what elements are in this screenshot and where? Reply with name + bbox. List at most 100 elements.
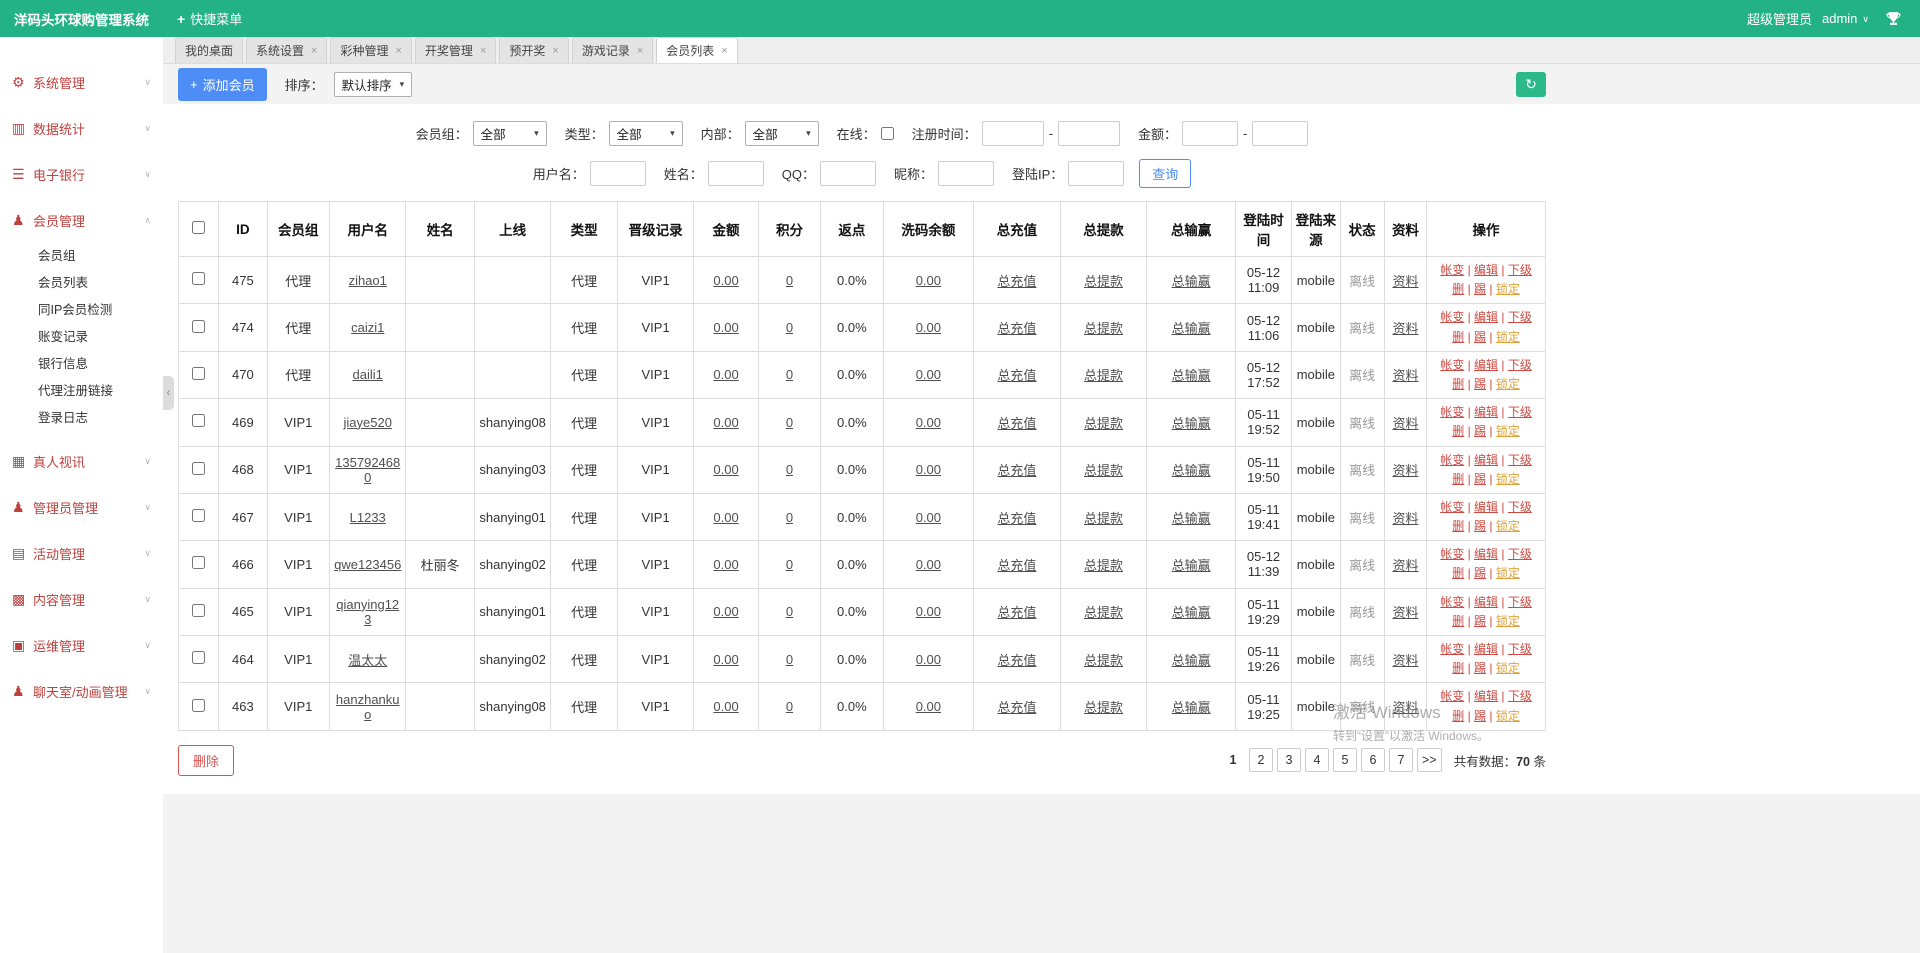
sort-select[interactable]: 默认排序 ▾ (333, 71, 413, 97)
sidebar-item-chatroom-manage[interactable]: ♟ 聊天室/动画管理 ∨ (0, 668, 163, 714)
op-account-change-link[interactable]: 帐变 (1440, 405, 1464, 419)
points-link[interactable]: 0 (786, 273, 793, 288)
op-edit-link[interactable]: 编辑 (1474, 547, 1498, 561)
page-button-7[interactable]: 7 (1388, 748, 1413, 773)
sidebar-item-member-manage[interactable]: ♟ 会员管理 ∧ (0, 197, 163, 243)
wash-balance-link[interactable]: 0.00 (916, 415, 941, 430)
row-checkbox[interactable] (192, 272, 206, 286)
sidebar-item-activity-manage[interactable]: ▤ 活动管理 ∨ (0, 530, 163, 576)
op-kick-link[interactable]: 踢 (1474, 330, 1486, 344)
op-edit-link[interactable]: 编辑 (1474, 595, 1498, 609)
withdraw-link[interactable]: 总提款 (1084, 605, 1123, 620)
username-link[interactable]: qwe123456 (334, 557, 401, 572)
points-link[interactable]: 0 (786, 320, 793, 335)
op-lock-link[interactable]: 锁定 (1496, 282, 1520, 296)
op-subordinate-link[interactable]: 下级 (1508, 358, 1532, 372)
op-delete-link[interactable]: 删 (1452, 519, 1464, 533)
op-edit-link[interactable]: 编辑 (1474, 500, 1498, 514)
op-lock-link[interactable]: 锁定 (1496, 614, 1520, 628)
withdraw-link[interactable]: 总提款 (1084, 653, 1123, 668)
withdraw-link[interactable]: 总提款 (1084, 416, 1123, 431)
select-all-checkbox[interactable] (192, 221, 206, 234)
op-delete-link[interactable]: 删 (1452, 472, 1464, 486)
recharge-link[interactable]: 总充值 (997, 416, 1036, 431)
op-subordinate-link[interactable]: 下级 (1508, 500, 1532, 514)
login-ip-input[interactable] (1068, 161, 1125, 186)
op-subordinate-link[interactable]: 下级 (1508, 689, 1532, 703)
wash-balance-link[interactable]: 0.00 (916, 367, 941, 382)
sidebar-collapse-handle[interactable]: ‹ (163, 376, 174, 410)
op-edit-link[interactable]: 编辑 (1474, 642, 1498, 656)
tab-close-icon[interactable]: × (395, 45, 401, 57)
amount-link[interactable]: 0.00 (713, 604, 738, 619)
winloss-link[interactable]: 总输赢 (1172, 605, 1211, 620)
winloss-link[interactable]: 总输赢 (1172, 321, 1211, 336)
op-subordinate-link[interactable]: 下级 (1508, 263, 1532, 277)
quick-menu-button[interactable]: + 快捷菜单 (177, 9, 242, 28)
op-subordinate-link[interactable]: 下级 (1508, 642, 1532, 656)
amount-max-input[interactable] (1252, 121, 1309, 146)
page-button-6[interactable]: 6 (1360, 748, 1385, 773)
points-link[interactable]: 0 (786, 699, 793, 714)
row-checkbox[interactable] (192, 651, 206, 665)
amount-link[interactable]: 0.00 (713, 510, 738, 525)
winloss-link[interactable]: 总输赢 (1172, 511, 1211, 526)
tab-close-icon[interactable]: × (311, 45, 317, 57)
recharge-link[interactable]: 总充值 (997, 558, 1036, 573)
username-link[interactable]: jiaye520 (344, 415, 392, 430)
profile-link[interactable]: 资料 (1392, 416, 1418, 431)
op-subordinate-link[interactable]: 下级 (1508, 405, 1532, 419)
amount-link[interactable]: 0.00 (713, 652, 738, 667)
sidebar-item-data-stats[interactable]: ▥ 数据统计 ∨ (0, 105, 163, 151)
op-account-change-link[interactable]: 帐变 (1440, 547, 1464, 561)
page-button-2[interactable]: 2 (1248, 748, 1273, 773)
sidebar-subitem-bank-info[interactable]: 银行信息 (0, 351, 163, 378)
wash-balance-link[interactable]: 0.00 (916, 320, 941, 335)
delete-button[interactable]: 删除 (178, 744, 235, 776)
op-lock-link[interactable]: 锁定 (1496, 472, 1520, 486)
row-checkbox[interactable] (192, 414, 206, 428)
withdraw-link[interactable]: 总提款 (1084, 463, 1123, 478)
sidebar-subitem-login-log[interactable]: 登录日志 (0, 405, 163, 432)
profile-link[interactable]: 资料 (1392, 368, 1418, 383)
points-link[interactable]: 0 (786, 557, 793, 572)
op-lock-link[interactable]: 锁定 (1496, 519, 1520, 533)
amount-link[interactable]: 0.00 (713, 415, 738, 430)
op-lock-link[interactable]: 锁定 (1496, 330, 1520, 344)
winloss-link[interactable]: 总输赢 (1172, 700, 1211, 715)
member-group-select[interactable]: 全部 ▾ (472, 121, 547, 146)
tab-lottery-manage[interactable]: 彩种管理 × (330, 37, 412, 63)
amount-link[interactable]: 0.00 (713, 320, 738, 335)
wash-balance-link[interactable]: 0.00 (916, 699, 941, 714)
row-checkbox[interactable] (192, 366, 206, 380)
next-page-button[interactable]: >> (1416, 748, 1442, 773)
row-checkbox[interactable] (192, 509, 206, 523)
op-account-change-link[interactable]: 帐变 (1440, 595, 1464, 609)
amount-link[interactable]: 0.00 (713, 557, 738, 572)
op-kick-link[interactable]: 踢 (1474, 661, 1486, 675)
tab-close-icon[interactable]: × (637, 45, 643, 57)
page-button-5[interactable]: 5 (1332, 748, 1357, 773)
sidebar-item-live-video[interactable]: ▦ 真人视讯 ∨ (0, 438, 163, 484)
recharge-link[interactable]: 总充值 (997, 274, 1036, 289)
op-delete-link[interactable]: 删 (1452, 282, 1464, 296)
recharge-link[interactable]: 总充值 (997, 511, 1036, 526)
amount-link[interactable]: 0.00 (713, 273, 738, 288)
sidebar-item-system-manage[interactable]: ⚙ 系统管理 ∨ (0, 59, 163, 105)
refresh-button[interactable]: ↻ (1516, 71, 1546, 97)
wash-balance-link[interactable]: 0.00 (916, 557, 941, 572)
sidebar-subitem-same-ip-check[interactable]: 同IP会员检测 (0, 297, 163, 324)
profile-link[interactable]: 资料 (1392, 653, 1418, 668)
username-link[interactable]: hanzhankuo (336, 692, 400, 722)
trophy-icon[interactable] (1885, 10, 1902, 27)
op-account-change-link[interactable]: 帐变 (1440, 689, 1464, 703)
winloss-link[interactable]: 总输赢 (1172, 558, 1211, 573)
op-kick-link[interactable]: 踢 (1474, 709, 1486, 723)
op-subordinate-link[interactable]: 下级 (1508, 453, 1532, 467)
recharge-link[interactable]: 总充值 (997, 463, 1036, 478)
tab-system-settings[interactable]: 系统设置 × (246, 37, 328, 63)
op-edit-link[interactable]: 编辑 (1474, 405, 1498, 419)
username-link[interactable]: caizi1 (351, 320, 384, 335)
tab-draw-manage[interactable]: 开奖管理 × (414, 37, 497, 63)
op-edit-link[interactable]: 编辑 (1474, 310, 1498, 324)
